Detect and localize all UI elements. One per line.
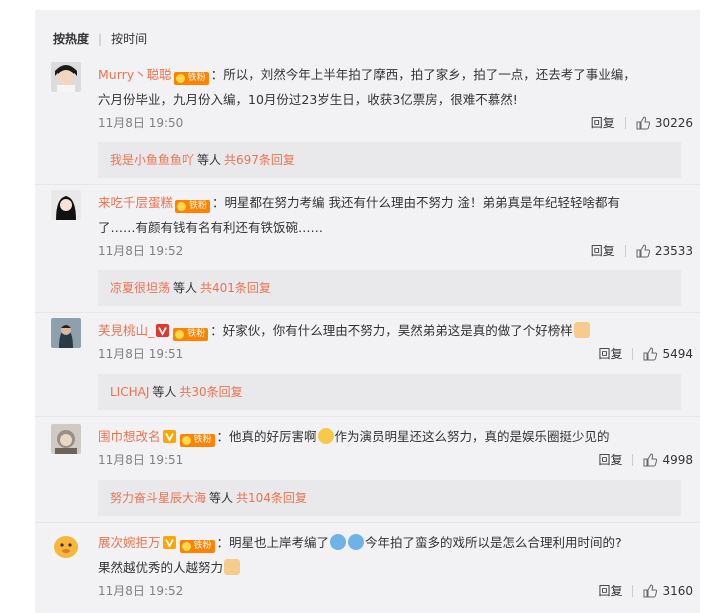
reply-button[interactable]: 回复 [598, 451, 622, 468]
reply-button[interactable]: 回复 [591, 114, 615, 131]
thumbs-up-icon[interactable] [643, 452, 658, 467]
reply-count-link[interactable]: 共401条回复 [200, 281, 271, 295]
comment-text-line: ：明星也上岸考编了 [216, 535, 330, 550]
reply-count-link[interactable]: 共697条回复 [224, 153, 295, 167]
sort-divider: | [98, 31, 103, 46]
sort-by-heat-tab[interactable]: 按热度 [53, 30, 89, 47]
reply-summary[interactable]: 我是小鱼鱼鱼吖 等人 共697条回复 [98, 142, 681, 178]
comment-text: Murry丶聪聪 铁粉 ：所以，刘然今年上半年拍了摩西，拍了家乡，拍了一点，还去考了… [98, 62, 693, 87]
like-count: 4998 [662, 452, 693, 467]
thumbs-up-icon[interactable] [643, 583, 658, 598]
action-divider [632, 584, 634, 597]
comment-time: 11月8日 19:51 [98, 453, 184, 467]
reply-mid-text: 等人 [209, 491, 234, 505]
reply-button[interactable]: 回复 [591, 242, 615, 259]
divider [35, 184, 700, 185]
fan-badge: 铁粉 [179, 540, 215, 553]
avatar[interactable] [51, 62, 81, 92]
avatar[interactable] [51, 530, 81, 560]
fan-badge: 铁粉 [179, 434, 215, 447]
avatar[interactable] [51, 424, 81, 454]
thumbs-up-icon[interactable] [636, 115, 650, 130]
reply-summary[interactable]: 凉夏很坦荡 等人 共401条回复 [98, 270, 681, 306]
username-link[interactable]: 芙見桃山_ [98, 323, 154, 338]
comment-text-line-2: 果然越优秀的人越努力 [98, 560, 224, 575]
comment-time: 11月8日 19:51 [98, 347, 184, 361]
divider [35, 312, 700, 313]
comment-text-line-b: 今年拍了蛮多的戏所以是怎么合理利用时间的? [365, 535, 622, 550]
verified-icon [162, 536, 176, 549]
like-count: 23533 [654, 243, 693, 258]
reply-count-link[interactable]: 共30条回复 [179, 385, 242, 399]
reply-button[interactable]: 回复 [598, 345, 622, 362]
comment-text-line-2: 了……有颜有钱有名有利还有铁饭碗…… [98, 220, 324, 235]
comment-meta: 11月8日 19:50 回复 30226 [98, 112, 693, 134]
reply-mid-text: 等人 [173, 281, 198, 295]
username-link[interactable]: 展次婉拒万 [98, 535, 161, 550]
reply-mid-text: 等人 [152, 385, 177, 399]
avatar[interactable] [51, 190, 81, 220]
action-divider [632, 453, 634, 466]
reply-mid-text: 等人 [197, 153, 222, 167]
thumbs-up-icon[interactable] [643, 346, 658, 361]
comment-text-line-2: 六月份毕业，九月份入编，10月份过23岁生日，收获3亿票房，很难不慕然! [98, 92, 518, 107]
like-count: 5494 [662, 346, 693, 361]
reply-user-link[interactable]: 努力奋斗星辰大海 [110, 491, 206, 505]
verified-icon [162, 430, 176, 443]
username-link[interactable]: Murry丶聪聪 [98, 67, 172, 82]
reply-summary[interactable]: 努力奋斗星辰大海 等人 共104条回复 [98, 480, 681, 516]
like-count: 30226 [654, 115, 693, 130]
action-divider [624, 116, 626, 129]
comment-text-line: ：明星都在努力考编 我还有什么理由不努力 淦！弟弟真是年纪轻轻啥都有 [212, 195, 620, 210]
divider [35, 416, 700, 417]
sweat-emoji-icon [348, 534, 365, 550]
comment-text-line: ：他真的好厉害啊 [216, 429, 317, 444]
crying-emoji-icon [317, 428, 334, 444]
reply-summary[interactable]: LICHAJ 等人 共30条回复 [98, 374, 681, 410]
reply-user-link[interactable]: 我是小鱼鱼鱼吖 [110, 153, 194, 167]
fan-badge: 铁粉 [175, 200, 211, 213]
strong-arm-emoji-icon [224, 559, 241, 575]
reply-user-link[interactable]: LICHAJ [110, 385, 149, 399]
reply-count-link[interactable]: 共104条回复 [236, 491, 307, 505]
sort-by-time-tab[interactable]: 按时间 [111, 30, 147, 47]
comment-text-line: ：所以，刘然今年上半年拍了摩西，拍了家乡，拍了一点，还去考了事业编， [210, 67, 636, 82]
comment-time: 11月8日 19:50 [98, 116, 184, 130]
comment-text-line-b: 作为演员明星还这么努力，真的是娱乐圈挺少见的 [334, 429, 610, 444]
reply-button[interactable]: 回复 [598, 582, 622, 599]
sweat-emoji-icon [330, 534, 347, 550]
username-link[interactable]: 围巾想改名 [98, 429, 161, 444]
thumbs-up-emoji-icon [573, 322, 590, 338]
divider [35, 522, 700, 523]
reply-user-link[interactable]: 凉夏很坦荡 [110, 281, 170, 295]
comment-time: 11月8日 19:52 [98, 584, 184, 598]
thumbs-up-icon[interactable] [636, 243, 650, 258]
comments-panel: 按热度 | 按时间 Murry丶聪聪 铁粉 ：所以，刘然今年上半年拍了摩西，拍了家乡… [35, 10, 700, 613]
comment-time: 11月8日 19:52 [98, 244, 184, 258]
verified-icon [156, 324, 170, 337]
username-link[interactable]: 来吃千层蛋糕 [98, 195, 173, 210]
action-divider [624, 244, 626, 257]
sort-bar: 按热度 | 按时间 [53, 30, 147, 47]
fan-badge: 铁粉 [173, 328, 209, 341]
avatar[interactable] [51, 318, 81, 348]
comment-text-line: ：好家伙，你有什么理由不努力，昊然弟弟这是真的做了个好榜样 [210, 323, 573, 338]
action-divider [632, 347, 634, 360]
fan-badge: 铁粉 [173, 72, 209, 85]
like-count: 3160 [662, 583, 693, 598]
